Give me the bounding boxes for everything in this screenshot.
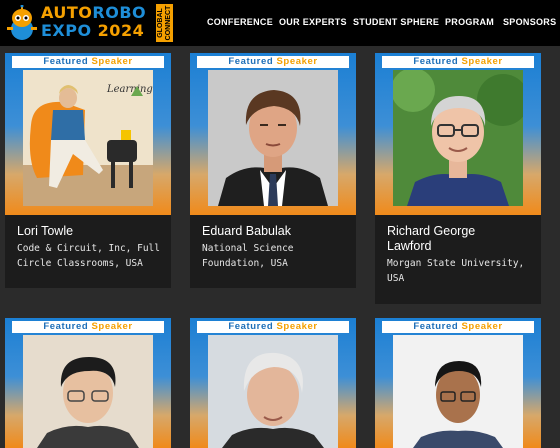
speaker-word: Speaker — [276, 321, 318, 332]
autorobo-expo-logo[interactable]: AUTOROBO EXPO 2024 GLOBAL CONNECT — [4, 3, 176, 43]
nav-student-sphere[interactable]: STUDENT SPHERE — [353, 17, 439, 27]
photo-caption: Learning Together — [106, 84, 153, 95]
speaker-card-lori-towle[interactable]: Featured Speaker Learning Together Lori … — [5, 53, 171, 288]
logo-robo: ROBO — [92, 3, 147, 22]
speaker-photo — [393, 335, 523, 448]
speaker-word: Speaker — [91, 56, 133, 67]
speaker-word: Speaker — [461, 56, 503, 67]
featured-speaker-label: Featured Speaker — [197, 56, 349, 68]
featured-word: Featured — [43, 56, 89, 67]
featured-word: Featured — [413, 56, 459, 67]
photo-frame: Featured Speaker — [375, 318, 541, 448]
speaker-photo — [208, 70, 338, 206]
speaker-card-eduard-babulak[interactable]: Featured Speaker Eduard Babulak National… — [190, 53, 356, 288]
featured-speaker-label: Featured Speaker — [197, 321, 349, 333]
photo-frame: Featured Speaker — [190, 318, 356, 448]
speaker-word: Speaker — [91, 321, 133, 332]
site-header: AUTOROBO EXPO 2024 GLOBAL CONNECT CONFER… — [0, 0, 560, 46]
speaker-affiliation-line-2: Foundation, USA — [202, 258, 288, 269]
photo-richard-lawford — [393, 70, 523, 206]
global-connect-text: GLOBAL CONNECT — [156, 5, 172, 41]
photo-speaker-4 — [23, 335, 153, 448]
nav-sponsors[interactable]: SPONSORS — [503, 17, 556, 27]
speaker-name-line-2: Lawford — [387, 239, 432, 253]
speaker-affiliation-line-1: National Science — [202, 243, 294, 254]
speaker-affiliation-line-2: USA — [387, 273, 405, 284]
photo-eduard-babulak — [208, 70, 338, 206]
nav-conference[interactable]: CONFERENCE — [207, 17, 273, 27]
speaker-photo — [23, 335, 153, 448]
photo-frame: Featured Speaker Learning Together — [5, 53, 171, 215]
speaker-photo — [393, 70, 523, 206]
robot-mascot-icon — [7, 5, 37, 40]
photo-frame: Featured Speaker — [5, 318, 171, 448]
featured-word: Featured — [228, 56, 274, 67]
nav-our-experts[interactable]: OUR EXPERTS — [279, 17, 347, 27]
global-connect-badge: GLOBAL CONNECT — [156, 4, 173, 42]
logo-line-2: EXPO 2024 — [41, 23, 144, 39]
speaker-name: Lori Towle — [17, 224, 74, 238]
nav-program[interactable]: PROGRAM — [445, 17, 494, 27]
speaker-affiliation-line-2: Circle Classrooms, USA — [17, 258, 143, 269]
speaker-name-line-1: Richard George — [387, 224, 476, 238]
photo-frame: Featured Speaker — [190, 53, 356, 215]
speaker-card[interactable]: Featured Speaker — [5, 318, 171, 448]
speaker-affiliation-line-1: Code & Circuit, Inc, Full — [17, 243, 160, 254]
photo-lori-towle: Learning Together — [23, 70, 153, 206]
logo-line-1: AUTOROBO — [41, 5, 146, 21]
featured-word: Featured — [413, 321, 459, 332]
speaker-affiliation-line-1: Morgan State University, — [387, 258, 525, 269]
speaker-word: Speaker — [276, 56, 318, 67]
speaker-photo — [208, 335, 338, 448]
featured-word: Featured — [228, 321, 274, 332]
speaker-card-richard-george-lawford[interactable]: Featured Speaker Richard George Lawford … — [375, 53, 541, 304]
logo-auto: AUTO — [41, 3, 93, 22]
photo-speaker-5 — [208, 335, 338, 448]
speaker-card[interactable]: Featured Speaker — [375, 318, 541, 448]
featured-speaker-label: Featured Speaker — [12, 321, 164, 333]
featured-speaker-label: Featured Speaker — [382, 321, 534, 333]
photo-speaker-6 — [393, 335, 523, 448]
featured-speaker-label: Featured Speaker — [12, 56, 164, 68]
featured-word: Featured — [43, 321, 89, 332]
speaker-photo: Learning Together — [23, 70, 153, 206]
logo-expo: EXPO — [41, 21, 92, 40]
speaker-name: Eduard Babulak — [202, 224, 291, 238]
featured-speaker-label: Featured Speaker — [382, 56, 534, 68]
speaker-word: Speaker — [461, 321, 503, 332]
speaker-card[interactable]: Featured Speaker — [190, 318, 356, 448]
logo-year: 2024 — [97, 21, 145, 40]
photo-frame: Featured Speaker — [375, 53, 541, 215]
